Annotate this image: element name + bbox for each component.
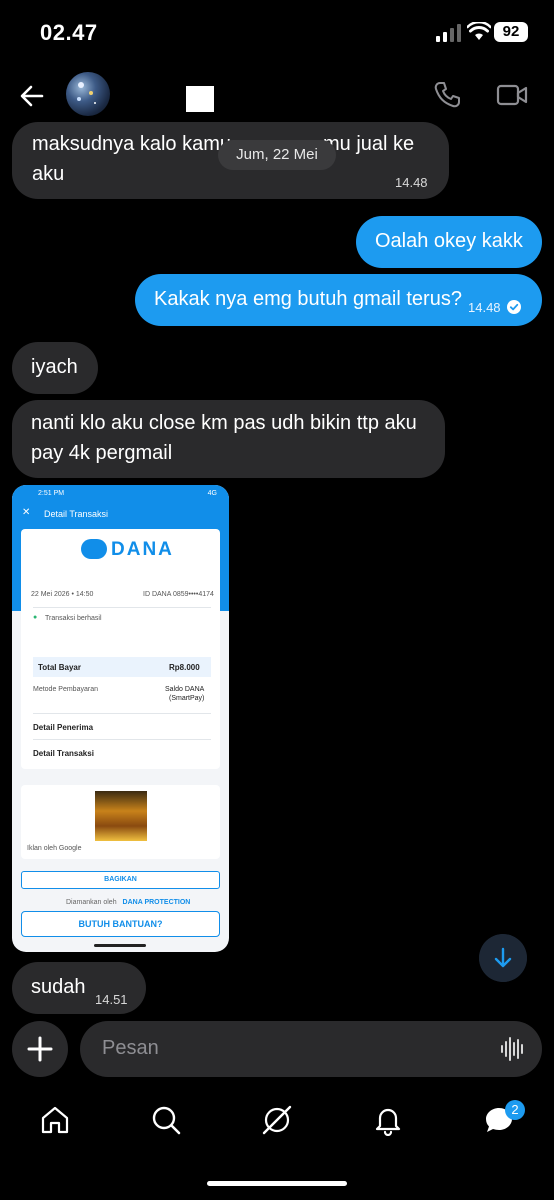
dana-logo: DANA	[77, 535, 173, 563]
name-redaction	[124, 86, 184, 114]
plus-icon	[27, 1036, 53, 1062]
bell-icon[interactable]	[372, 1104, 404, 1136]
add-attachment-button[interactable]	[12, 1021, 68, 1077]
message-input-placeholder: Pesan	[102, 1037, 159, 1059]
message-time-text: 14.48	[468, 300, 501, 315]
help-button: BUTUH BANTUAN?	[21, 911, 220, 937]
battery-icon: 92	[494, 22, 528, 42]
transaction-detail: Detail Transaksi	[33, 749, 94, 758]
payment-method-label: Metode Pembayaran	[33, 686, 98, 693]
message-input[interactable]: Pesan	[80, 1021, 542, 1077]
message-text: mu jual ke	[323, 133, 415, 155]
message-text: maksudnya kalo kamu	[32, 133, 231, 155]
cellular-signal-icon	[436, 24, 461, 42]
dana-mark-icon	[81, 539, 107, 559]
secured-by-label: Diamankan oleh	[66, 899, 117, 906]
receipt-card: DANA 22 Mei 2026 • 14:50 ID DANA 0859•••…	[21, 529, 220, 769]
message-bubble[interactable]: iyach	[12, 342, 98, 394]
message-bubble[interactable]: nanti klo aku close km pas udh bikin ttp…	[12, 400, 445, 478]
divider	[33, 713, 211, 714]
message-text: iyach	[31, 356, 78, 378]
home-icon[interactable]	[39, 1104, 71, 1136]
payment-method-value: Saldo DANA	[165, 686, 205, 693]
grok-icon[interactable]	[261, 1104, 293, 1136]
message-text: Oalah okey kakk	[375, 230, 523, 252]
transaction-date: 22 Mei 2026 • 14:50	[31, 591, 94, 598]
message-bubble[interactable]: sudah 14.51	[12, 962, 146, 1014]
status-time: 02.47	[40, 20, 98, 45]
contact-name[interactable]	[124, 86, 214, 114]
message-text: aku	[32, 163, 65, 185]
arrow-left-icon[interactable]	[18, 82, 46, 110]
attachment-network: 4G	[207, 490, 217, 497]
attachment-title: Detail Transaksi	[44, 509, 109, 519]
dana-protection: DANA PROTECTION	[122, 899, 191, 906]
message-text: nanti klo aku close km pas udh bikin ttp…	[31, 412, 417, 434]
attachment-status-time: 2:51 PM	[38, 490, 65, 497]
message-text: sudah	[31, 976, 86, 998]
ad-image	[95, 791, 147, 841]
avatar[interactable]	[66, 72, 110, 116]
phone-icon[interactable]	[432, 80, 462, 110]
receiver-detail: Detail Penerima	[33, 723, 94, 732]
secured-by-text: Diamankan oleh DANA PROTECTION	[66, 899, 190, 906]
video-camera-icon[interactable]	[496, 82, 528, 108]
arrow-down-icon[interactable]	[479, 934, 527, 982]
dana-brand: DANA	[111, 539, 174, 560]
divider	[33, 607, 211, 608]
wifi-icon	[467, 22, 491, 40]
total-value: Rp8.000	[169, 663, 200, 672]
message-bubble[interactable]: Kakak nya emg butuh gmail terus? 14.48	[135, 274, 542, 326]
ad-note: Iklan oleh Google	[27, 845, 82, 852]
search-icon[interactable]	[150, 1104, 182, 1136]
message-list[interactable]: maksudnya kalo kamu mu jual ke aku 14.48…	[0, 120, 554, 1020]
success-icon: ●	[33, 614, 38, 621]
divider	[33, 739, 211, 740]
share-button: BAGIKAN	[21, 871, 220, 889]
read-check-icon	[506, 300, 521, 314]
payment-method-sub: (SmartPay)	[169, 695, 205, 702]
message-text: pay 4k pergmail	[31, 442, 173, 464]
message-text: Kakak nya emg butuh gmail terus?	[154, 288, 462, 310]
image-attachment[interactable]: 2:51 PM 4G ✕ Detail Transaksi DANA 22 Me…	[12, 485, 229, 952]
chat-header	[0, 64, 554, 128]
unread-badge: 2	[505, 1100, 525, 1120]
total-label: Total Bayar	[38, 663, 81, 672]
close-icon: ✕	[22, 507, 31, 518]
message-time: 14.51	[95, 992, 128, 1007]
ad-banner: Iklan oleh Google	[21, 785, 220, 859]
dana-id: ID DANA 0859••••4174	[143, 591, 214, 598]
message-time: 14.48	[468, 293, 521, 322]
name-redaction	[186, 86, 214, 112]
voice-message-icon[interactable]	[500, 1036, 526, 1062]
date-separator: Jum, 22 Mei	[218, 140, 336, 170]
transaction-status: Transaksi berhasil	[45, 615, 102, 622]
message-time: 14.48	[395, 175, 428, 190]
home-indicator	[94, 944, 146, 947]
message-bubble[interactable]: Oalah okey kakk	[356, 216, 542, 268]
bottom-tab-bar	[0, 1090, 554, 1160]
status-bar: 02.47 92	[0, 0, 554, 64]
home-indicator	[207, 1181, 347, 1186]
